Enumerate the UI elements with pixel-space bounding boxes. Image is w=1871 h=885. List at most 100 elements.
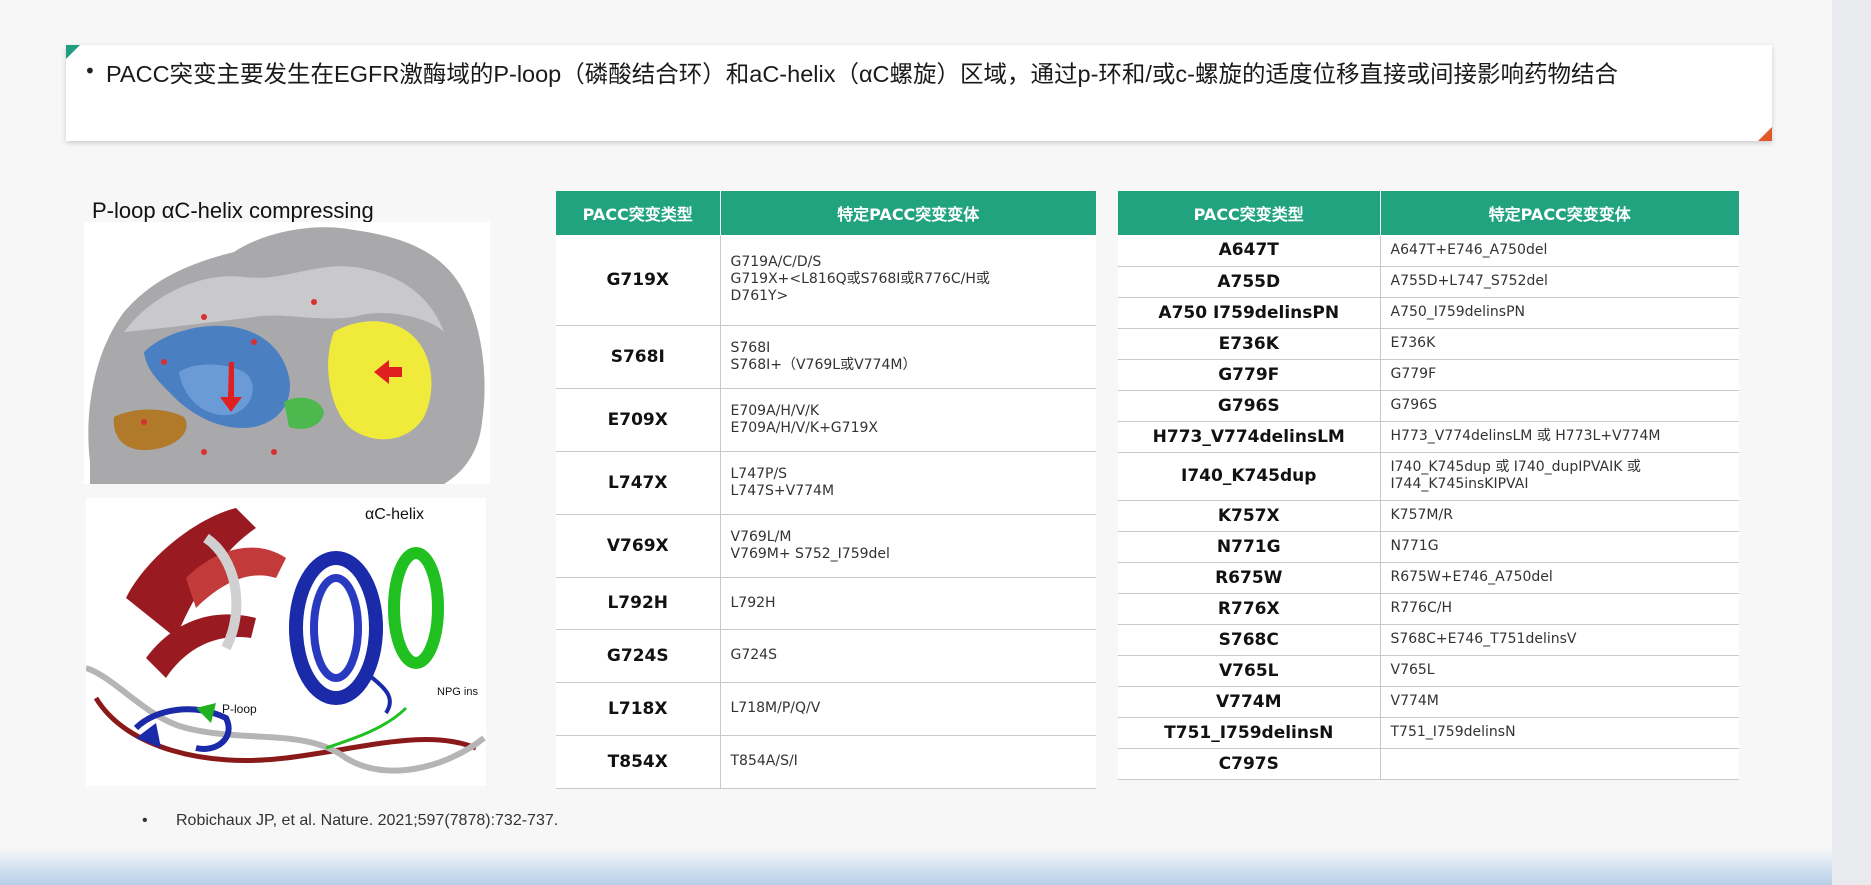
mutation-type: G724S <box>556 629 721 683</box>
table-row: I740_K745dup I740_K745dup 或 I740_dupIPVAI… <box>1118 452 1739 501</box>
variant-line: R675W+E746_A750del <box>1390 569 1553 585</box>
npg-ins-label: NPG ins <box>437 686 478 698</box>
mutation-variants: L792H <box>720 577 1096 630</box>
table-row: H773_V774delinsLM H773_V774delinsLM 或 H77… <box>1118 421 1739 453</box>
table-row: A647T A647T+E746_A750del <box>1118 235 1739 267</box>
mutation-type: E709X <box>556 388 721 452</box>
variant-line: A755D+L747_S752del <box>1390 273 1548 289</box>
table-row: S768C S768C+E746_T751delinsV <box>1118 624 1739 656</box>
table-row: R675W R675W+E746_A750del <box>1118 562 1739 594</box>
mutation-variants: E736K <box>1380 328 1739 360</box>
mutation-variants: K757M/R <box>1380 500 1739 532</box>
variant-line: V765L <box>1390 662 1435 678</box>
variant-line: G724S <box>730 647 777 663</box>
variant-line: L792H <box>730 594 776 611</box>
variant-line: A750_I759delinsPN <box>1390 304 1526 320</box>
variant-line: H773_V774delinsLM 或 H773L+V774M <box>1390 428 1661 444</box>
mutation-variants: L747P/S L747S+V774M <box>720 451 1096 515</box>
pacc-table-left: PACC突变类型 特定PACC突变变体 G719X G719A/C/D/S G7… <box>556 191 1096 789</box>
figure-title: P-loop αC-helix compressing <box>92 198 374 223</box>
mutation-type: R776X <box>1118 593 1381 625</box>
column-header-type: PACC突变类型 <box>1118 191 1381 235</box>
mutation-type: A647T <box>1118 235 1381 267</box>
variant-line: D761Y> <box>730 288 789 305</box>
mutation-variants: H773_V774delinsLM 或 H773L+V774M <box>1380 421 1739 453</box>
variant-line: L718M/P/Q/V <box>730 700 821 716</box>
table-row: A750 I759delinsPN A750_I759delinsPN <box>1118 297 1739 329</box>
variant-line: G796S <box>1390 397 1437 413</box>
variant-line: V769M+ S752_I759del <box>730 545 890 562</box>
table-row: R776X R776C/H <box>1118 593 1739 625</box>
variant-line: G719X+<L816Q或S768I或R776C/H或 <box>730 271 990 288</box>
table-row: V769X V769L/M V769M+ S752_I759del <box>556 514 1096 578</box>
table-row: T854X T854A/S/I <box>556 735 1096 789</box>
table-row: V774M V774M <box>1118 686 1739 718</box>
table-row: E736K E736K <box>1118 328 1739 360</box>
mutation-type: L792H <box>556 577 721 630</box>
table-row: C797S <box>1118 748 1739 780</box>
variant-line: G719A/C/D/S <box>730 254 822 271</box>
column-header-variant: 特定PACC突变变体 <box>720 191 1096 235</box>
table-row: G796S G796S <box>1118 390 1739 422</box>
variant-line: S768I <box>730 339 771 356</box>
variant-line: L747S+V774M <box>730 482 835 499</box>
header-bullet: • <box>84 59 96 83</box>
mutation-variants: R776C/H <box>1380 593 1739 625</box>
mutation-variants: L718M/P/Q/V <box>720 682 1096 736</box>
mutation-variants: A755D+L747_S752del <box>1380 266 1739 298</box>
mutation-type: I740_K745dup <box>1118 452 1381 501</box>
table-row: G719X G719A/C/D/S G719X+<L816Q或S768I或R77… <box>556 235 1096 326</box>
corner-accent-top-left <box>66 45 80 59</box>
p-loop-label: P-loop <box>222 702 257 716</box>
column-header-variant: 特定PACC突变变体 <box>1380 191 1739 235</box>
header-text: PACC突变主要发生在EGFR激酶域的P-loop（磷酸结合环）和aC-heli… <box>106 61 1619 87</box>
table-row: V765L V765L <box>1118 655 1739 687</box>
mutation-type: H773_V774delinsLM <box>1118 421 1381 453</box>
mutation-variants: S768I S768I+（V769L或V774M） <box>720 325 1096 389</box>
variant-line: G779F <box>1390 366 1437 382</box>
mutation-type: V765L <box>1118 655 1381 687</box>
mutation-type: L718X <box>556 682 721 736</box>
variant-line: N771G <box>1390 538 1439 554</box>
variant-line: I744_K745insKIPVAI <box>1390 476 1529 492</box>
mutation-type: K757X <box>1118 500 1381 532</box>
variant-line: K757M/R <box>1390 507 1453 523</box>
table-row: S768I S768I S768I+（V769L或V774M） <box>556 325 1096 389</box>
table-row: L792H L792H <box>556 577 1096 630</box>
mutation-variants: N771G <box>1380 531 1739 563</box>
mutation-type: G796S <box>1118 390 1381 422</box>
mutation-type: T751_I759delinsN <box>1118 717 1381 749</box>
variant-line: V769L/M <box>730 528 792 545</box>
table-row: G779F G779F <box>1118 359 1739 391</box>
table-row: L747X L747P/S L747S+V774M <box>556 451 1096 515</box>
table-header-row: PACC突变类型 特定PACC突变变体 <box>556 191 1096 235</box>
table-row: A755D A755D+L747_S752del <box>1118 266 1739 298</box>
mutation-variants: T854A/S/I <box>720 735 1096 789</box>
variant-line: S768C+E746_T751delinsV <box>1390 631 1577 647</box>
mutation-type: N771G <box>1118 531 1381 563</box>
mutation-variants: V769L/M V769M+ S752_I759del <box>720 514 1096 578</box>
reference-bullet: • <box>142 812 148 829</box>
mutation-type: L747X <box>556 451 721 515</box>
mutation-variants: G796S <box>1380 390 1739 422</box>
variant-line: L747P/S <box>730 465 788 482</box>
slide: • PACC突变主要发生在EGFR激酶域的P-loop（磷酸结合环）和aC-he… <box>0 0 1832 885</box>
variant-line: E709A/H/V/K+G719X <box>730 419 878 436</box>
mutation-type: V774M <box>1118 686 1381 718</box>
mutation-type: G719X <box>556 235 721 326</box>
mutation-type: S768C <box>1118 624 1381 656</box>
pacc-table-right: PACC突变类型 特定PACC突变变体 A647T A647T+E746_A750… <box>1118 191 1739 780</box>
mutation-type: R675W <box>1118 562 1381 594</box>
mutation-variants: I740_K745dup 或 I740_dupIPVAIK 或 I744_K745… <box>1380 452 1739 501</box>
mutation-variants: E709A/H/V/K E709A/H/V/K+G719X <box>720 388 1096 452</box>
variant-line: I740_K745dup 或 I740_dupIPVAIK 或 <box>1390 459 1641 475</box>
table-row: T751_I759delinsN T751_I759delinsN <box>1118 717 1739 749</box>
variant-line: A647T+E746_A750del <box>1390 241 1548 258</box>
corner-accent-bottom-right <box>1758 127 1772 141</box>
mutation-type: E736K <box>1118 328 1381 360</box>
mutation-type: T854X <box>556 735 721 789</box>
variant-line: E709A/H/V/K <box>730 402 820 419</box>
column-header-type: PACC突变类型 <box>556 191 721 235</box>
mutation-type: V769X <box>556 514 721 578</box>
mutation-variants: G724S <box>720 629 1096 683</box>
